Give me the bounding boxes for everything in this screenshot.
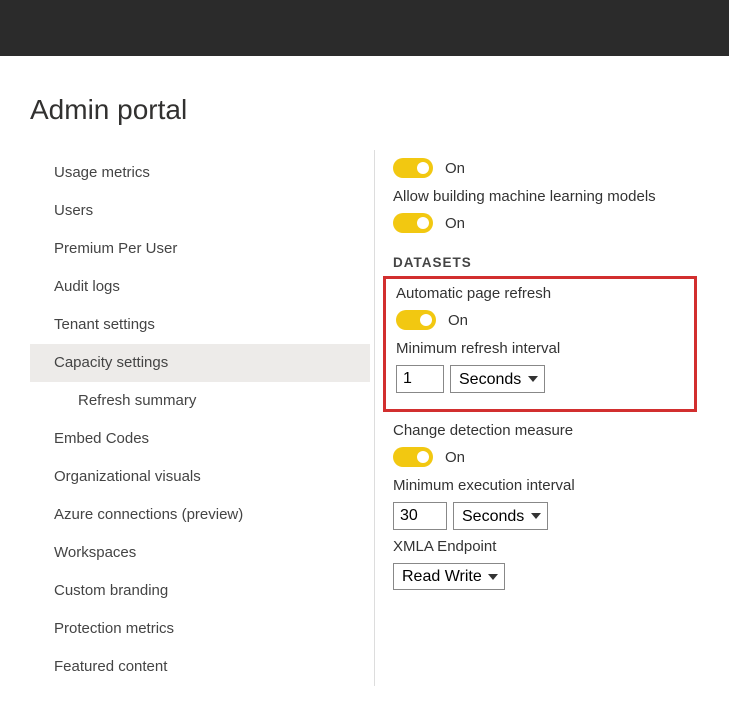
sidebar-item-workspaces[interactable]: Workspaces	[30, 534, 370, 572]
min-execution-interval-input[interactable]	[393, 502, 447, 530]
vertical-divider	[374, 150, 375, 686]
change-detection-toggle[interactable]	[393, 447, 433, 467]
sidebar-item-label: Refresh summary	[78, 392, 196, 409]
settings-content: On Allow building machine learning model…	[393, 150, 699, 686]
allow-ml-label: Allow building machine learning models	[393, 188, 699, 205]
sidebar: Usage metrics Users Premium Per User Aud…	[30, 150, 370, 686]
min-refresh-interval-unit-select[interactable]: Seconds	[450, 365, 545, 393]
sidebar-item-featured-content[interactable]: Featured content	[30, 648, 370, 686]
sidebar-item-label: Premium Per User	[54, 240, 177, 257]
toggle-knob-icon	[420, 314, 432, 326]
sidebar-item-label: Featured content	[54, 658, 167, 675]
sidebar-item-azure-connections[interactable]: Azure connections (preview)	[30, 496, 370, 534]
sidebar-item-audit-logs[interactable]: Audit logs	[30, 268, 370, 306]
sidebar-item-premium-per-user[interactable]: Premium Per User	[30, 230, 370, 268]
change-detection-label: Change detection measure	[393, 422, 699, 439]
sidebar-item-usage-metrics[interactable]: Usage metrics	[30, 154, 370, 192]
toggle-state-label: On	[448, 312, 468, 329]
sidebar-item-label: Workspaces	[54, 544, 136, 561]
sidebar-item-label: Usage metrics	[54, 164, 150, 181]
toggle-state-label: On	[445, 215, 465, 232]
auto-page-refresh-label: Automatic page refresh	[396, 285, 684, 302]
toggle-knob-icon	[417, 217, 429, 229]
admin-portal-page: Admin portal Usage metrics Users Premium…	[0, 56, 729, 716]
toggle-knob-icon	[417, 451, 429, 463]
sidebar-item-label: Capacity settings	[54, 354, 168, 371]
sidebar-item-custom-branding[interactable]: Custom branding	[30, 572, 370, 610]
sidebar-item-embed-codes[interactable]: Embed Codes	[30, 420, 370, 458]
sidebar-item-organizational-visuals[interactable]: Organizational visuals	[30, 458, 370, 496]
top-bar	[0, 0, 729, 56]
sidebar-item-label: Protection metrics	[54, 620, 174, 637]
automatic-page-refresh-highlight: Automatic page refresh On Minimum refres…	[383, 276, 697, 412]
sidebar-item-users[interactable]: Users	[30, 192, 370, 230]
min-execution-interval-unit-select[interactable]: Seconds	[453, 502, 548, 530]
toggle-state-label: On	[445, 449, 465, 466]
toggle-state-label: On	[445, 160, 465, 177]
min-refresh-interval-label: Minimum refresh interval	[396, 340, 684, 357]
toggle-knob-icon	[417, 162, 429, 174]
sidebar-item-label: Organizational visuals	[54, 468, 201, 485]
min-refresh-interval-input[interactable]	[396, 365, 444, 393]
sidebar-item-label: Custom branding	[54, 582, 168, 599]
xmla-endpoint-select[interactable]: Read Write	[393, 563, 505, 590]
sidebar-item-label: Tenant settings	[54, 316, 155, 333]
sidebar-item-protection-metrics[interactable]: Protection metrics	[30, 610, 370, 648]
allow-ml-toggle[interactable]	[393, 213, 433, 233]
xmla-endpoint-label: XMLA Endpoint	[393, 538, 699, 555]
sidebar-item-label: Embed Codes	[54, 430, 149, 447]
sidebar-item-refresh-summary[interactable]: Refresh summary	[30, 382, 370, 420]
min-execution-interval-label: Minimum execution interval	[393, 477, 699, 494]
sidebar-item-label: Audit logs	[54, 278, 120, 295]
page-title: Admin portal	[30, 94, 699, 126]
sidebar-item-capacity-settings[interactable]: Capacity settings	[30, 344, 370, 382]
auto-page-refresh-toggle[interactable]	[396, 310, 436, 330]
sidebar-item-tenant-settings[interactable]: Tenant settings	[30, 306, 370, 344]
datasets-section-header: DATASETS	[393, 255, 699, 270]
sidebar-item-label: Users	[54, 202, 93, 219]
unnamed-toggle-1[interactable]	[393, 158, 433, 178]
sidebar-item-label: Azure connections (preview)	[54, 506, 243, 523]
